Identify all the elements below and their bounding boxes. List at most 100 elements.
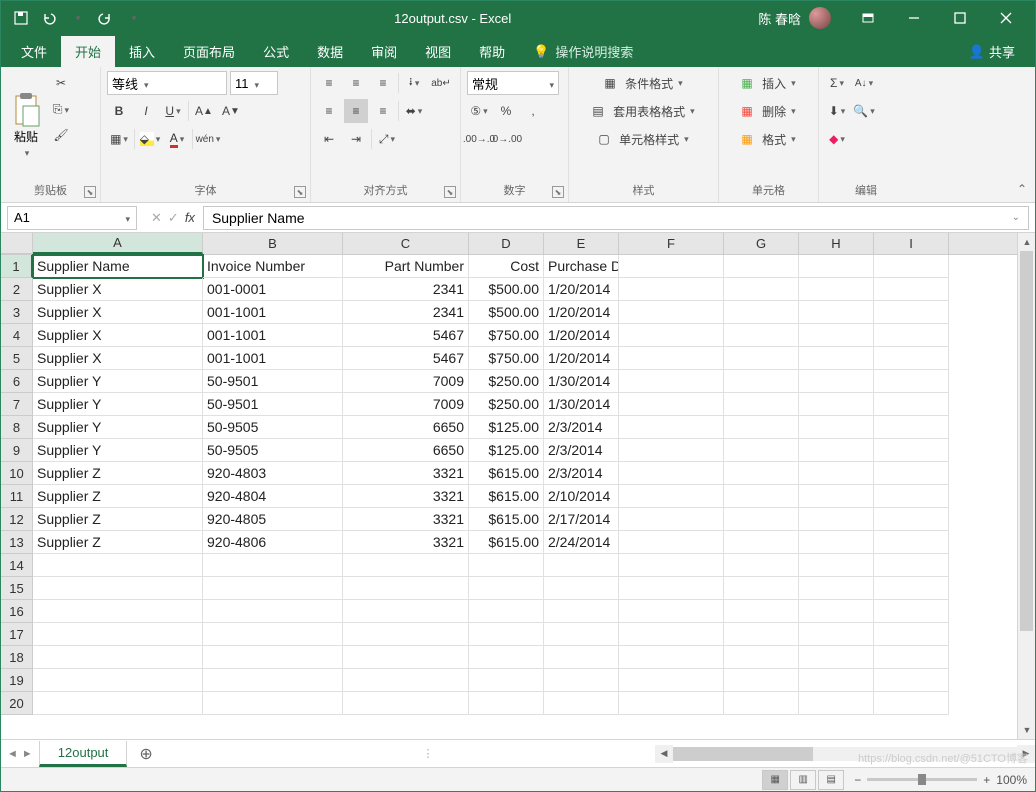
cell[interactable]: 50-9505 xyxy=(203,416,343,439)
row-header[interactable]: 19 xyxy=(1,669,33,692)
cell[interactable]: Supplier Y xyxy=(33,370,203,393)
cell[interactable] xyxy=(33,669,203,692)
alignment-dialog[interactable]: ⬊ xyxy=(444,186,456,198)
scroll-up-arrow[interactable]: ▲ xyxy=(1018,233,1035,251)
cell[interactable] xyxy=(799,485,874,508)
cell[interactable]: $615.00 xyxy=(469,485,544,508)
cell[interactable] xyxy=(874,347,949,370)
insert-cells-button[interactable]: ▦ 插入 xyxy=(725,71,812,95)
copy-button[interactable]: ⎘ xyxy=(49,97,73,121)
cell[interactable]: 50-9501 xyxy=(203,370,343,393)
cell[interactable] xyxy=(799,439,874,462)
zoom-level[interactable]: 100% xyxy=(996,773,1027,787)
cell[interactable] xyxy=(469,577,544,600)
cell[interactable]: 3321 xyxy=(343,531,469,554)
cell[interactable] xyxy=(724,577,799,600)
cell[interactable] xyxy=(799,531,874,554)
cell-styles-button[interactable]: ▢ 单元格样式 xyxy=(575,127,712,151)
cell[interactable] xyxy=(203,554,343,577)
tab-help[interactable]: 帮助 xyxy=(465,36,519,67)
clipboard-dialog[interactable]: ⬊ xyxy=(84,186,96,198)
cell[interactable]: $615.00 xyxy=(469,508,544,531)
column-header[interactable]: D xyxy=(469,233,544,254)
cancel-formula-icon[interactable]: ✕ xyxy=(151,210,162,226)
horizontal-scrollbar[interactable]: ◀ ▶ xyxy=(655,745,1035,763)
row-header[interactable]: 17 xyxy=(1,623,33,646)
cell[interactable]: 1/20/2014 xyxy=(544,347,619,370)
cell[interactable] xyxy=(874,370,949,393)
orientation-button-2[interactable]: ⤢ xyxy=(375,127,399,151)
fill-button[interactable]: ⬇ xyxy=(825,99,849,123)
cell[interactable]: 6650 xyxy=(343,439,469,462)
cell[interactable]: Supplier X xyxy=(33,347,203,370)
cell[interactable] xyxy=(724,485,799,508)
tab-file[interactable]: 文件 xyxy=(7,36,61,67)
cell[interactable] xyxy=(874,531,949,554)
align-right-button[interactable]: ≡ xyxy=(371,99,395,123)
cell[interactable] xyxy=(724,692,799,715)
row-header[interactable]: 14 xyxy=(1,554,33,577)
redo-button[interactable] xyxy=(91,4,119,32)
bold-button[interactable]: B xyxy=(107,99,131,123)
comma-button[interactable]: , xyxy=(521,99,545,123)
fill-color-button[interactable]: ⬙ xyxy=(138,127,162,151)
user-account[interactable]: 陈 春晗 xyxy=(758,7,831,29)
cell[interactable] xyxy=(724,600,799,623)
cell[interactable] xyxy=(619,462,724,485)
cell[interactable] xyxy=(799,692,874,715)
font-dialog[interactable]: ⬊ xyxy=(294,186,306,198)
cell[interactable] xyxy=(619,577,724,600)
delete-cells-button[interactable]: ▦ 删除 xyxy=(725,99,812,123)
font-color-button[interactable]: A xyxy=(165,127,189,151)
cell[interactable]: $750.00 xyxy=(469,347,544,370)
column-header[interactable]: H xyxy=(799,233,874,254)
cell[interactable]: 6650 xyxy=(343,416,469,439)
cell[interactable] xyxy=(724,669,799,692)
cell[interactable] xyxy=(724,462,799,485)
cell[interactable] xyxy=(799,623,874,646)
align-top-button[interactable]: ≡ xyxy=(317,71,341,95)
font-size-select[interactable]: 11 xyxy=(230,71,278,95)
cell[interactable]: $500.00 xyxy=(469,278,544,301)
cell[interactable] xyxy=(544,577,619,600)
normal-view-button[interactable]: ▦ xyxy=(762,770,788,790)
tab-layout[interactable]: 页面布局 xyxy=(169,36,249,67)
sheet-nav[interactable]: ◄► xyxy=(1,748,39,760)
cell[interactable] xyxy=(724,439,799,462)
cell[interactable]: $615.00 xyxy=(469,531,544,554)
cell[interactable] xyxy=(619,485,724,508)
cell[interactable] xyxy=(874,462,949,485)
cell[interactable] xyxy=(874,577,949,600)
cell[interactable] xyxy=(469,600,544,623)
fx-icon[interactable]: fx xyxy=(185,210,195,225)
cell[interactable] xyxy=(619,393,724,416)
underline-button[interactable]: U xyxy=(161,99,185,123)
cell[interactable] xyxy=(619,416,724,439)
format-as-table-button[interactable]: ▤ 套用表格格式 xyxy=(575,99,712,123)
row-header[interactable]: 9 xyxy=(1,439,33,462)
row-header[interactable]: 6 xyxy=(1,370,33,393)
format-cells-button[interactable]: ▦ 格式 xyxy=(725,127,812,151)
cell[interactable] xyxy=(874,301,949,324)
decrease-decimal-button[interactable]: .0→.00 xyxy=(494,127,518,151)
ribbon-options-button[interactable] xyxy=(845,1,891,35)
wrap-text-button[interactable]: ab↵ xyxy=(429,71,453,95)
cell[interactable] xyxy=(874,439,949,462)
border-button[interactable]: ▦ xyxy=(107,127,131,151)
collapse-ribbon-button[interactable]: ⌃ xyxy=(1017,182,1027,196)
cell[interactable] xyxy=(799,324,874,347)
cell[interactable] xyxy=(799,577,874,600)
cell[interactable]: Part Number xyxy=(343,255,469,278)
number-format-select[interactable]: 常规 xyxy=(467,71,559,95)
cell[interactable] xyxy=(619,255,724,278)
row-header[interactable]: 12 xyxy=(1,508,33,531)
column-header[interactable]: E xyxy=(544,233,619,254)
tab-formulas[interactable]: 公式 xyxy=(249,36,303,67)
undo-button[interactable] xyxy=(35,4,63,32)
qat-customize[interactable] xyxy=(119,4,147,32)
cell[interactable] xyxy=(874,692,949,715)
cell[interactable]: 1/20/2014 xyxy=(544,278,619,301)
align-middle-button[interactable]: ≡ xyxy=(344,71,368,95)
tab-data[interactable]: 数据 xyxy=(303,36,357,67)
cell[interactable] xyxy=(874,485,949,508)
